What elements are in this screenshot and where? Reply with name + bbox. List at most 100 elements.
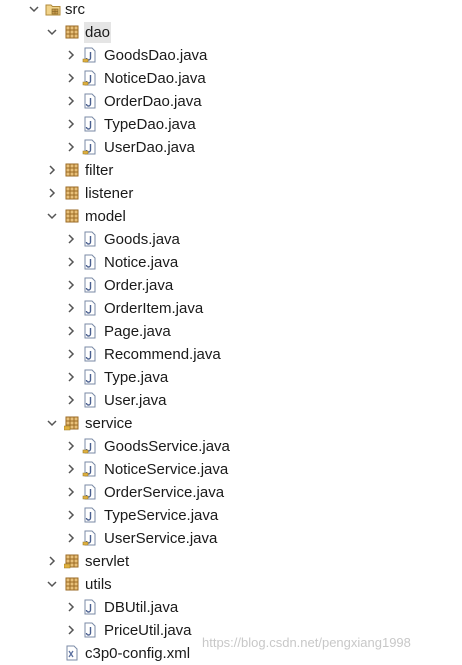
java-file-icon <box>82 70 96 86</box>
chevron-right-icon[interactable] <box>64 140 78 154</box>
tree-node-label: Recommend.java <box>104 346 221 363</box>
tree-node-label: utils <box>85 576 112 593</box>
java-file-icon <box>84 116 96 132</box>
tree-node-label: Page.java <box>104 323 171 340</box>
tree-node-label: dao <box>84 22 112 43</box>
java-file-icon <box>84 507 96 523</box>
tree-node-file[interactable]: DBUtil.java <box>0 596 462 619</box>
watermark-text: https://blog.csdn.net/pengxiang1998 <box>202 635 411 650</box>
tree-node-file[interactable]: Notice.java <box>0 251 462 274</box>
chevron-down-icon[interactable] <box>45 25 59 39</box>
package-icon <box>65 163 79 177</box>
tree-node-label: Goods.java <box>104 231 180 248</box>
tree-node-file[interactable]: Recommend.java <box>0 343 462 366</box>
chevron-right-icon[interactable] <box>64 48 78 62</box>
tree-node-package-model[interactable]: model <box>0 205 462 228</box>
tree-node-file[interactable]: UserDao.java <box>0 136 462 159</box>
tree-node-package-dao[interactable]: dao <box>0 21 462 44</box>
tree-node-file[interactable]: TypeDao.java <box>0 113 462 136</box>
chevron-down-icon[interactable] <box>45 577 59 591</box>
chevron-right-icon[interactable] <box>64 508 78 522</box>
tree-node-label: filter <box>85 162 114 179</box>
chevron-right-icon[interactable] <box>64 117 78 131</box>
chevron-down-icon[interactable] <box>27 2 41 16</box>
tree-node-file[interactable]: GoodsDao.java <box>0 44 462 67</box>
chevron-right-icon[interactable] <box>64 531 78 545</box>
tree-node-label: UserService.java <box>104 530 218 547</box>
java-file-icon <box>84 369 96 385</box>
tree-node-file[interactable]: OrderItem.java <box>0 297 462 320</box>
tree-node-src[interactable]: src <box>0 0 462 21</box>
tree-node-file[interactable]: NoticeService.java <box>0 458 462 481</box>
chevron-right-icon[interactable] <box>64 485 78 499</box>
package-icon <box>64 554 79 569</box>
package-icon <box>65 577 79 591</box>
chevron-right-icon[interactable] <box>45 554 59 568</box>
chevron-right-icon[interactable] <box>64 623 78 637</box>
tree-node-file[interactable]: User.java <box>0 389 462 412</box>
tree-node-label: listener <box>85 185 134 202</box>
java-file-icon <box>84 231 96 247</box>
tree-node-label: TypeDao.java <box>104 116 196 133</box>
chevron-right-icon[interactable] <box>45 163 59 177</box>
chevron-right-icon[interactable] <box>64 255 78 269</box>
tree-node-label: Notice.java <box>104 254 179 271</box>
chevron-right-icon[interactable] <box>64 347 78 361</box>
tree-node-file[interactable]: TypeService.java <box>0 504 462 527</box>
source-folder-icon <box>45 4 61 16</box>
tree-node-file[interactable]: OrderService.java <box>0 481 462 504</box>
chevron-right-icon[interactable] <box>64 439 78 453</box>
package-icon <box>65 209 79 223</box>
java-file-icon <box>82 47 96 63</box>
tree-node-file[interactable]: Page.java <box>0 320 462 343</box>
java-file-icon <box>84 93 96 109</box>
tree-node-label: Type.java <box>104 369 169 386</box>
tree-node-file[interactable]: OrderDao.java <box>0 90 462 113</box>
chevron-down-icon[interactable] <box>45 416 59 430</box>
tree-node-file[interactable]: GoodsService.java <box>0 435 462 458</box>
tree-node-file[interactable]: Type.java <box>0 366 462 389</box>
tree-node-label: NoticeService.java <box>104 461 229 478</box>
tree-node-label: Order.java <box>104 277 174 294</box>
chevron-right-icon[interactable] <box>64 71 78 85</box>
tree-node-label: TypeService.java <box>104 507 219 524</box>
chevron-right-icon[interactable] <box>64 370 78 384</box>
tree-node-file[interactable]: UserService.java <box>0 527 462 550</box>
tree-node-label: src <box>65 1 85 18</box>
tree-node-label: OrderService.java <box>104 484 225 501</box>
package-icon <box>65 186 79 200</box>
java-file-icon <box>82 484 96 500</box>
tree-node-package-servlet[interactable]: servlet <box>0 550 462 573</box>
chevron-right-icon[interactable] <box>64 324 78 338</box>
tree-node-file[interactable]: Order.java <box>0 274 462 297</box>
tree-node-package-utils[interactable]: utils <box>0 573 462 596</box>
tree-node-file[interactable]: Goods.java <box>0 228 462 251</box>
chevron-right-icon[interactable] <box>64 278 78 292</box>
java-file-icon <box>84 622 96 638</box>
tree-node-label: model <box>85 208 126 225</box>
tree-node-label: NoticeDao.java <box>104 70 206 87</box>
chevron-right-icon[interactable] <box>64 301 78 315</box>
chevron-right-icon[interactable] <box>64 600 78 614</box>
chevron-right-icon[interactable] <box>64 94 78 108</box>
tree-node-label: servlet <box>85 553 130 570</box>
java-file-icon <box>84 254 96 270</box>
tree-node-label: c3p0-config.xml <box>85 645 191 662</box>
tree-node-package-service[interactable]: service <box>0 412 462 435</box>
tree-node-label: service <box>85 415 133 432</box>
chevron-right-icon[interactable] <box>64 462 78 476</box>
java-file-icon <box>84 277 96 293</box>
chevron-right-icon[interactable] <box>64 232 78 246</box>
java-file-icon <box>82 139 96 155</box>
package-explorer-tree: src dao GoodsDao.java NoticeDao.java Ord… <box>0 0 462 664</box>
tree-node-package-listener[interactable]: listener <box>0 182 462 205</box>
tree-node-package-filter[interactable]: filter <box>0 159 462 182</box>
java-file-icon <box>84 392 96 408</box>
java-file-icon <box>84 346 96 362</box>
tree-node-label: OrderItem.java <box>104 300 204 317</box>
chevron-down-icon[interactable] <box>45 209 59 223</box>
java-file-icon <box>84 323 96 339</box>
chevron-right-icon[interactable] <box>45 186 59 200</box>
chevron-right-icon[interactable] <box>64 393 78 407</box>
tree-node-file[interactable]: NoticeDao.java <box>0 67 462 90</box>
